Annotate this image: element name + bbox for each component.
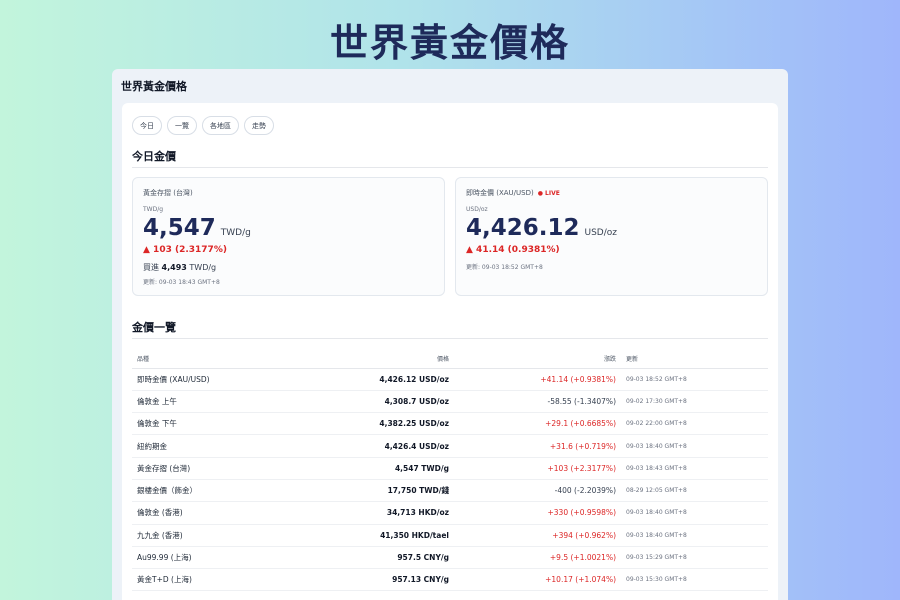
row-change: +330 (+0.9598%) [454, 501, 621, 525]
card-price-unit: TWD/g [220, 228, 251, 238]
row-updated: 08-29 12:05 GMT+8 [621, 479, 768, 503]
content-card: 今日 一覽 各地區 走勢 今日金價 黃金存摺 (台灣) TWD/g 4,547 … [122, 103, 778, 600]
table-row: 紐約期金 4,426.4 USD/oz +31.6 (+0.719%) 09-03 1… [132, 434, 768, 458]
row-updated: 09-03 18:52 GMT+8 [621, 368, 768, 391]
table-row: Au99.99 (上海) 957.5 CNY/g +9.5 (+1.0021%) 09… [132, 546, 768, 570]
row-price: 41,350 HKD/tael [292, 524, 454, 547]
row-price: 34,713 HKD/oz [292, 501, 454, 525]
row-price: 4,382.25 USD/oz [292, 412, 454, 436]
window-title: 世界黃金價格 [121, 80, 187, 93]
card-change: ▲ 103 (2.3177%) [143, 245, 227, 255]
row-change: +103 (+2.3177%) [454, 457, 621, 480]
row-updated: 09-03 15:30 GMT+8 [621, 568, 768, 592]
row-change: +394 (+0.962%) [454, 524, 621, 547]
table-row: 即時金價 (XAU/USD) 4,426.12 USD/oz +41.14 (+0.… [132, 368, 768, 391]
row-updated: 09-03 18:40 GMT+8 [621, 434, 768, 458]
row-name: 黃金T+D (上海) [132, 568, 292, 592]
row-name: 九九金 (香港) [132, 524, 292, 547]
row-updated: 09-02 17:30 GMT+8 [621, 390, 768, 414]
card-unit-label: TWD/g [143, 206, 164, 213]
app-window: 世界黃金價格 今日 一覽 各地區 走勢 今日金價 黃金存摺 (台灣) TWD/g… [112, 69, 788, 600]
buy-value: 4,493 [161, 263, 187, 272]
col-header-price: 價格 [292, 350, 454, 369]
live-badge: ● LIVE [537, 190, 560, 197]
row-price: 4,426.4 USD/oz [292, 434, 454, 458]
row-name: Au99.99 (上海) [132, 546, 292, 570]
row-change: +31.6 (+0.719%) [454, 434, 621, 458]
row-change: -400 (-2.2039%) [454, 479, 621, 503]
row-price: 957.5 CNY/g [292, 546, 454, 570]
col-header-updated: 更新 [621, 350, 768, 369]
row-change: -58.55 (-1.3407%) [454, 390, 621, 414]
row-updated: 09-03 18:43 GMT+8 [621, 457, 768, 480]
card-updated: 更新: 09-03 18:43 GMT+8 [143, 279, 220, 286]
card-change: ▲ 41.14 (0.9381%) [466, 245, 560, 255]
today-divider [132, 167, 768, 168]
buy-prefix: 買進 [143, 263, 159, 272]
row-change: +10.17 (+1.074%) [454, 568, 621, 592]
buy-unit: TWD/g [189, 263, 217, 272]
col-header-change: 漲跌 [454, 350, 621, 369]
row-name: 紐約期金 [132, 434, 292, 458]
row-name: 即時金價 (XAU/USD) [132, 368, 292, 391]
hero-title: 世界黃金價格 [329, 21, 570, 65]
table-row: 黃金T+D (上海) 957.13 CNY/g +10.17 (+1.074%) 09… [132, 568, 768, 592]
row-updated: 09-03 18:40 GMT+8 [621, 524, 768, 547]
row-change: +29.1 (+0.6685%) [454, 412, 621, 436]
row-change: +9.5 (+1.0021%) [454, 546, 621, 570]
table-row: 九九金 (香港) 41,350 HKD/tael +394 (+0.962%) 09-… [132, 524, 768, 547]
row-price: 4,547 TWD/g [292, 457, 454, 480]
table-row: 倫敦金 下午 4,382.25 USD/oz +29.1 (+0.6685%) 09-… [132, 412, 768, 436]
tab-bar: 今日 一覽 各地區 走勢 [132, 116, 274, 135]
row-name: 銀樓金價（飾金） [132, 479, 292, 503]
row-price: 957.13 CNY/g [292, 568, 454, 592]
list-section-title: 金價一覽 [132, 321, 176, 334]
twd-price-card: 黃金存摺 (台灣) TWD/g 4,547 TWD/g ▲ 103 (2.317… [132, 177, 445, 296]
col-header-name: 品種 [132, 350, 292, 369]
row-updated: 09-03 15:29 GMT+8 [621, 546, 768, 570]
xau-price-card: 即時金價 (XAU/USD) ● LIVE USD/oz 4,426.12 USD… [455, 177, 768, 296]
card-label: 即時金價 (XAU/USD) [466, 189, 534, 197]
card-price-unit: USD/oz [584, 228, 618, 238]
row-price: 4,308.7 USD/oz [292, 390, 454, 414]
card-price-row: 4,426.12 USD/oz [466, 215, 617, 241]
row-name: 倫敦金 (香港) [132, 501, 292, 525]
table-header-row: 品種 價格 漲跌 更新 [132, 350, 768, 369]
row-updated: 09-02 22:00 GMT+8 [621, 412, 768, 436]
row-change: +41.14 (+0.9381%) [454, 368, 621, 391]
card-updated: 更新: 09-03 18:52 GMT+8 [466, 264, 543, 271]
table-row: 倫敦金 上午 4,308.7 USD/oz -58.55 (-1.3407%) 09-… [132, 390, 768, 414]
card-unit-label: USD/oz [466, 206, 488, 213]
tab-overview[interactable]: 一覽 [167, 116, 197, 135]
list-divider [132, 338, 768, 339]
card-label-row: 即時金價 (XAU/USD) ● LIVE [466, 188, 560, 198]
row-name: 黃金存摺 (台灣) [132, 457, 292, 480]
card-buy-price: 買進 4,493 TWD/g [143, 262, 216, 273]
row-price: 4,426.12 USD/oz [292, 368, 454, 391]
tab-regions[interactable]: 各地區 [202, 116, 239, 135]
card-price-row: 4,547 TWD/g [143, 215, 251, 241]
card-label: 黃金存摺 (台灣) [143, 189, 193, 197]
row-name: 倫敦金 上午 [132, 390, 292, 414]
row-price: 17,750 TWD/錢 [292, 479, 454, 503]
tab-trend[interactable]: 走勢 [244, 116, 274, 135]
table-row: 黃金存摺 (台灣) 4,547 TWD/g +103 (+2.3177%) 09-03… [132, 457, 768, 480]
today-section-title: 今日金價 [132, 150, 176, 163]
table-row: 倫敦金 (香港) 34,713 HKD/oz +330 (+0.9598%) 09-0… [132, 501, 768, 525]
card-price: 4,426.12 [466, 215, 580, 241]
card-price: 4,547 [143, 215, 216, 241]
row-name: 倫敦金 下午 [132, 412, 292, 436]
row-updated: 09-03 18:40 GMT+8 [621, 501, 768, 525]
gold-price-table: 品種 價格 漲跌 更新 即時金價 (XAU/USD) 4,426.12 USD/o… [132, 350, 768, 592]
table-row: 銀樓金價（飾金） 17,750 TWD/錢 -400 (-2.2039%) 08-29… [132, 479, 768, 503]
tab-today[interactable]: 今日 [132, 116, 162, 135]
